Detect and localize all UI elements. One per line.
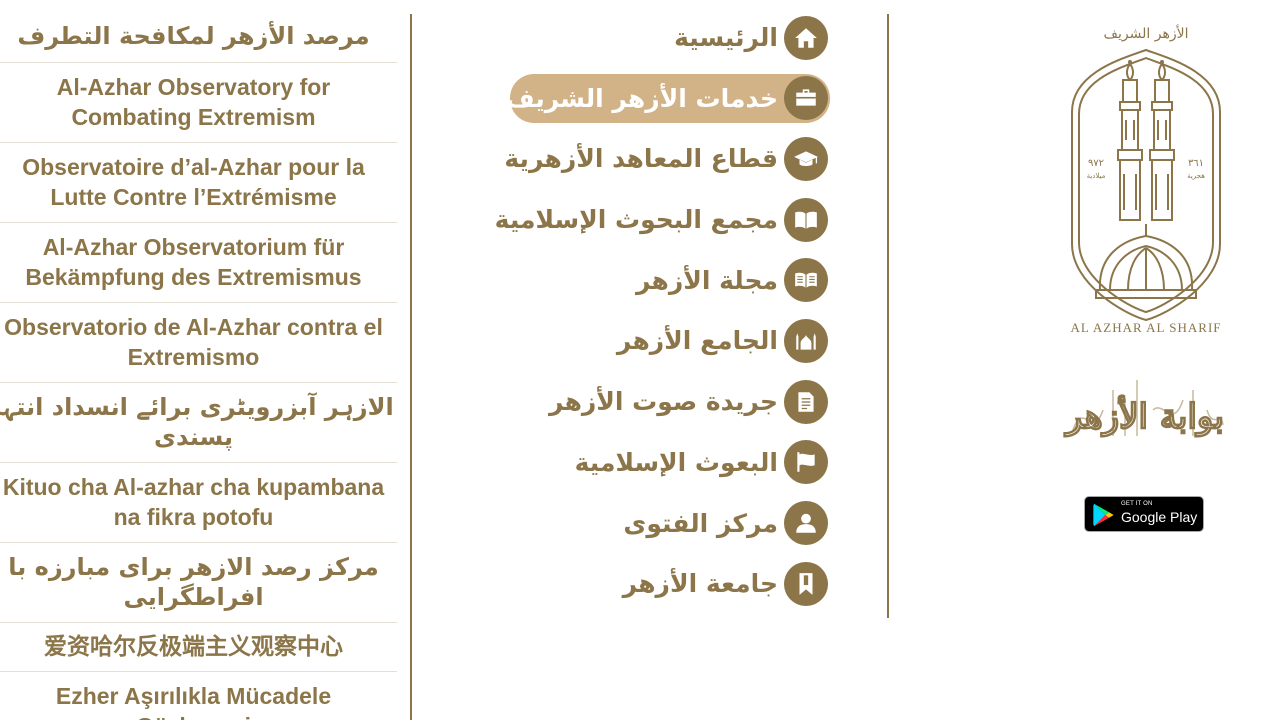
observatory-link-french[interactable]: Observatoire d’al-Azhar pour la Lutte Co…: [0, 143, 397, 223]
observatory-link-persian[interactable]: مرکز رصد الازهر برای مبارزه با افراطگرای…: [0, 543, 397, 623]
nav-item-azhar-mosque[interactable]: الجامع الأزهر: [480, 316, 830, 365]
person-icon: [784, 501, 828, 545]
observatory-link-text: Observatorio de Al-Azhar contra el: [4, 314, 383, 340]
observatory-link-text: پسندی: [153, 423, 234, 451]
google-play-icon: [1093, 503, 1114, 527]
observatory-link-text: مرکز رصد الازهر برای مبارزه با: [8, 553, 379, 581]
main-navigation: الرئيسية خدمات الأزهر الشريف قطاع المعاه…: [480, 13, 830, 620]
observatory-link-text: Kituo cha Al-azhar cha kupambana: [2, 474, 385, 500]
nav-item-islamic-missions[interactable]: البعوث الإسلامية: [480, 438, 830, 487]
observatory-link-chinese[interactable]: 爱资哈尔反极端主义观察中心: [0, 623, 397, 672]
observatory-link-text: 爱资哈尔反极端主义观察中心: [44, 633, 343, 659]
home-icon: [784, 15, 828, 60]
al-azhar-emblem-logo[interactable]: الأزهر الشريف ٩٧٢ ميلادية ٣٦١ هجرية AL A…: [1064, 14, 1228, 334]
emblem-right-caption: هجرية: [1187, 172, 1205, 180]
nav-item-azhar-newspaper[interactable]: جريدة صوت الأزهر: [480, 377, 830, 426]
nav-item-label: مجلة الأزهر: [635, 265, 778, 295]
nav-item-azhar-university[interactable]: جامعة الأزهر: [480, 559, 830, 608]
observatory-link-text: Al-Azhar Observatorium für: [42, 234, 345, 260]
open-book-icon: [784, 197, 828, 242]
mosque-icon: [784, 318, 828, 363]
nav-item-azhar-magazine[interactable]: مجلة الأزهر: [480, 256, 830, 305]
briefcase-icon: [784, 76, 828, 121]
observatory-link-text: مرصد الأزهر لمكافحة التطرف: [17, 22, 370, 50]
play-badge-small-text: GET IT ON: [1121, 501, 1153, 507]
nav-item-label: البعوث الإسلامية: [574, 447, 778, 477]
observatory-link-text: Al-Azhar Observatory for: [56, 74, 331, 100]
nav-item-label: الرئيسية: [674, 23, 778, 52]
observatory-link-swahili[interactable]: Kituo cha Al-azhar cha kupambana na fikr…: [0, 463, 397, 543]
nav-item-label: جريدة صوت الأزهر: [549, 387, 778, 417]
observatory-link-text: Ezher Aşırılıkla Mücadele: [55, 683, 332, 709]
observatory-link-text: Lutte Contre l’Extrémisme: [50, 184, 337, 210]
nav-item-azhar-services[interactable]: خدمات الأزهر الشريف: [506, 73, 830, 123]
observatory-link-turkish[interactable]: Ezher Aşırılıkla Mücadele Gözlemevi: [0, 672, 397, 720]
observatory-link-text: na fikra potofu: [113, 504, 274, 530]
play-badge-big-text: Google Play: [1121, 509, 1198, 525]
emblem-bottom-text: AL AZHAR AL SHARIF: [1070, 320, 1221, 334]
nav-item-islamic-research[interactable]: مجمع البحوث الإسلامية: [480, 195, 830, 244]
emblem-left-year: ٩٧٢: [1088, 158, 1104, 169]
observatory-language-list: مرصد الأزهر لمكافحة التطرف Al-Azhar Obse…: [0, 8, 397, 720]
nav-item-label: جامعة الأزهر: [622, 569, 778, 599]
nav-item-fatwa-center[interactable]: مركز الفتوى: [480, 499, 830, 548]
nav-item-label: مركز الفتوى: [623, 508, 778, 538]
emblem-left-caption: ميلادية: [1087, 172, 1106, 180]
nav-item-home[interactable]: الرئيسية: [480, 13, 830, 62]
observatory-link-spanish[interactable]: Observatorio de Al-Azhar contra el Extre…: [0, 303, 397, 383]
observatory-link-text: افراطگرایی: [123, 583, 264, 611]
nav-item-label: قطاع المعاهد الأزهرية: [504, 144, 778, 174]
observatory-link-german[interactable]: Al-Azhar Observatorium für Bekämpfung de…: [0, 223, 397, 303]
newspaper-icon: [784, 379, 828, 424]
nav-item-azhar-institutes[interactable]: قطاع المعاهد الأزهرية: [480, 134, 830, 183]
observatory-link-arabic[interactable]: مرصد الأزهر لمكافحة التطرف: [0, 8, 397, 63]
emblem-right-year: ٣٦١: [1188, 158, 1204, 169]
calligraphy-text: بوابة الأزهر: [1064, 395, 1224, 437]
flag-icon: [784, 440, 828, 485]
graduation-cap-icon: [784, 136, 828, 181]
magazine-icon: [784, 258, 828, 303]
portal-page: مرصد الأزهر لمكافحة التطرف Al-Azhar Obse…: [0, 0, 1280, 720]
nav-item-label: الجامع الأزهر: [616, 326, 778, 356]
nav-item-label: مجمع البحوث الإسلامية: [494, 205, 778, 235]
azhar-portal-calligraphy: بوابة الأزهر: [1063, 380, 1225, 438]
nav-item-label: خدمات الأزهر الشريف: [505, 83, 778, 113]
observatory-link-english[interactable]: Al-Azhar Observatory for Combating Extre…: [0, 63, 397, 143]
column-divider-left: [410, 14, 412, 720]
google-play-badge[interactable]: GET IT ON Google Play: [1084, 496, 1204, 532]
observatory-link-urdu[interactable]: الازہر آبزرویٹری برائے انسداد انتہا پسند…: [0, 383, 397, 463]
observatory-link-text: Observatoire d’al-Azhar pour la: [22, 154, 365, 180]
observatory-link-text: Combating Extremism: [71, 104, 316, 130]
column-divider-right: [887, 14, 889, 618]
observatory-link-text: Extremismo: [127, 344, 260, 370]
observatory-link-text: Bekämpfung des Extremismus: [25, 264, 362, 290]
observatory-link-text: Gözlemevi: [0, 711, 397, 720]
observatory-link-text: الازہر آبزرویٹری برائے انسداد انتہا: [0, 393, 394, 421]
bookmark-icon: [784, 561, 828, 606]
emblem-top-text: الأزهر الشريف: [1104, 24, 1189, 42]
